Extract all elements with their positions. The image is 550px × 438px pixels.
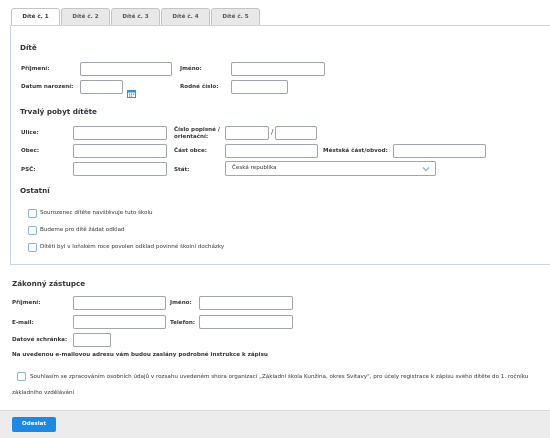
tab-child-5[interactable]: Dítě č. 5 [211,8,260,26]
deferral-checkbox[interactable] [28,226,37,235]
tab-child-3[interactable]: Dítě č. 3 [111,8,160,26]
prior-deferral-checkbox-label: Dítěti byl v loňském roce povolen odklad… [40,244,225,250]
zip-input[interactable] [73,162,167,176]
child-firstname-label: Jméno: [180,66,202,72]
city-input[interactable] [73,144,167,158]
guardian-firstname-label: Jméno: [170,300,192,306]
district-input[interactable] [393,144,486,158]
street-input[interactable] [73,126,167,140]
guardian-surname-label: Příjmení: [12,300,41,306]
guardian-databox-label: Datové schránka: [12,337,68,343]
country-select-value: Česká republika [232,165,277,171]
zip-label: PSČ: [21,167,36,173]
consent-checkbox[interactable] [17,372,26,381]
prior-deferral-checkbox[interactable] [28,243,37,252]
other-section-title: Ostatní [20,186,50,195]
district-label: Městská část/obvod: [323,148,388,154]
house-number-input[interactable] [225,126,269,140]
house-number-separator: / [271,128,274,136]
guardian-surname-input[interactable] [73,296,166,310]
guardian-firstname-input[interactable] [199,296,293,310]
sibling-checkbox-label: Sourozenec dítěte navštěvuje tuto školu [40,210,153,216]
deferral-checkbox-label: Budeme pro dítě žádat odklad [40,227,125,233]
consent-text-line1: Souhlasím se zpracováním osobních údajů … [30,374,529,380]
consent-text-line2: základního vzdělávání [12,390,75,396]
country-label: Stát: [174,167,190,173]
child-firstname-input[interactable] [231,62,325,76]
tab-child-2[interactable]: Dítě č. 2 [61,8,110,26]
city-part-input[interactable] [225,144,318,158]
orientation-number-input[interactable] [275,126,317,140]
sibling-checkbox[interactable] [28,209,37,218]
email-note: Na uvedenou e-mailovou adresu vám budou … [12,352,268,358]
city-label: Obec: [21,148,40,154]
child-birthdate-label: Datum narození: [21,84,74,90]
form-footer [0,410,550,438]
street-label: Ulice: [21,130,39,136]
child-section-title: Dítě [20,43,37,52]
chevron-down-icon [422,167,430,172]
city-part-label: Část obce: [174,148,208,154]
child-surname-label: Příjmení: [21,66,50,72]
child-surname-input[interactable] [80,62,172,76]
guardian-databox-input[interactable] [73,333,111,347]
guardian-section-title: Zákonný zástupce [12,279,86,288]
residence-section-title: Trvalý pobyt dítěte [20,107,97,116]
country-select[interactable]: Česká republika [225,161,436,176]
guardian-email-input[interactable] [73,315,166,329]
child-birthnumber-input[interactable] [231,80,288,94]
tab-child-4[interactable]: Dítě č. 4 [161,8,210,26]
house-number-label: Číslo popisné / orientační: [174,127,220,140]
calendar-icon[interactable] [127,83,136,98]
child-birthdate-input[interactable] [80,80,123,94]
guardian-phone-input[interactable] [199,315,293,329]
submit-button[interactable]: Odeslat [12,417,56,432]
guardian-email-label: E-mail: [12,320,34,326]
guardian-phone-label: Telefon: [170,320,196,326]
child-birthnumber-label: Rodné číslo: [180,84,219,90]
